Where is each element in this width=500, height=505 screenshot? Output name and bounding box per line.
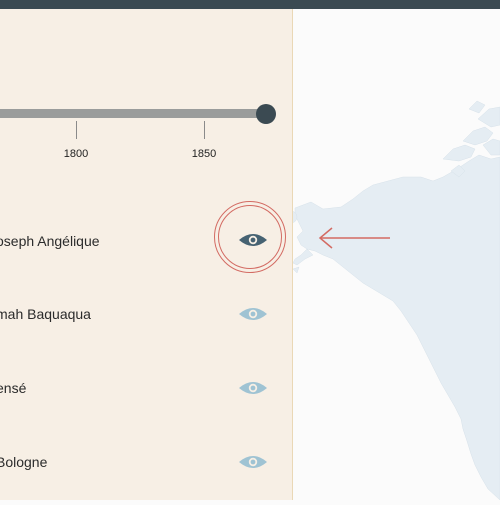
person-name: mah Baquaqua bbox=[0, 306, 91, 322]
north-america-map bbox=[284, 100, 500, 501]
person-name: ensé bbox=[0, 380, 27, 396]
timeline-tick-label: 1850 bbox=[191, 148, 217, 160]
timeline-tick bbox=[204, 121, 205, 139]
eye-icon[interactable] bbox=[238, 453, 268, 471]
person-name: oseph Angélique bbox=[0, 233, 100, 249]
timeline-tick bbox=[76, 121, 77, 139]
map-view[interactable] bbox=[284, 9, 500, 501]
top-bar bbox=[0, 0, 500, 9]
highlight-circle bbox=[214, 201, 286, 273]
timeline-slider-handle[interactable] bbox=[256, 104, 276, 124]
timeline-tick-label: 1800 bbox=[63, 148, 89, 160]
eye-icon[interactable] bbox=[238, 305, 268, 323]
eye-icon[interactable] bbox=[238, 379, 268, 397]
arrow-left-icon bbox=[318, 227, 390, 249]
timeline-slider-track[interactable] bbox=[0, 109, 268, 118]
person-name: Bologne bbox=[0, 454, 48, 470]
